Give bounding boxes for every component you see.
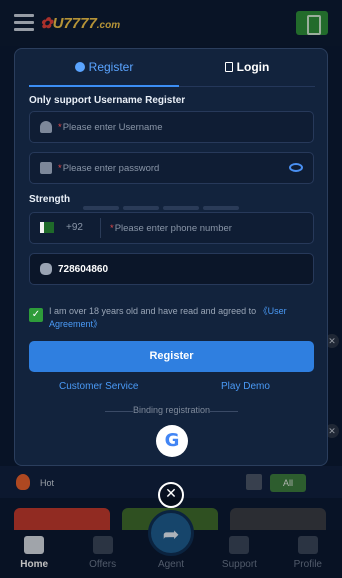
referral-code-value: 728604860	[58, 264, 109, 275]
tab-register[interactable]: Register	[29, 49, 179, 87]
username-field[interactable]: *Please enter Username	[29, 111, 314, 143]
agreement-text: I am over 18 years old and have read and…	[49, 306, 287, 329]
password-placeholder: *Please enter password	[58, 163, 160, 174]
strength-label: Strength	[29, 194, 71, 205]
binding-label: Binding registration	[29, 405, 314, 417]
footer-links: Customer Service Play Demo	[29, 381, 314, 395]
close-icon[interactable]: ✕	[158, 482, 184, 508]
user-icon	[74, 62, 85, 72]
agreement-checkbox[interactable]: ✓	[29, 308, 43, 322]
username-placeholder: *Please enter Username	[58, 122, 163, 133]
tab-login[interactable]: Login	[179, 49, 315, 87]
handshake-icon	[40, 263, 52, 275]
phone-field[interactable]: +92 *Please enter phone number	[29, 212, 314, 244]
register-button[interactable]: Register	[29, 341, 314, 372]
password-field[interactable]: *Please enter password	[29, 152, 314, 184]
login-icon	[224, 62, 233, 72]
google-icon[interactable]: G	[156, 425, 188, 457]
referral-code-field[interactable]: 728604860	[29, 253, 314, 285]
tab-label: Login	[236, 60, 270, 74]
country-code[interactable]: +92	[66, 222, 83, 233]
agreement-row: ✓ I am over 18 years old and have read a…	[29, 305, 319, 335]
play-demo-link[interactable]: Play Demo	[221, 381, 270, 392]
customer-service-link[interactable]: Customer Service	[59, 381, 138, 392]
register-note: Only support Username Register	[29, 95, 186, 106]
auth-tabs: Register Login	[15, 49, 329, 87]
lock-icon	[40, 162, 52, 174]
divider	[100, 218, 101, 238]
user-icon	[40, 121, 52, 133]
register-modal: Register Login Only support Username Reg…	[14, 48, 328, 466]
eye-icon[interactable]	[289, 163, 303, 172]
pakistan-flag-icon[interactable]	[40, 222, 54, 233]
tab-label: Register	[88, 60, 134, 74]
phone-placeholder: *Please enter phone number	[110, 223, 232, 234]
